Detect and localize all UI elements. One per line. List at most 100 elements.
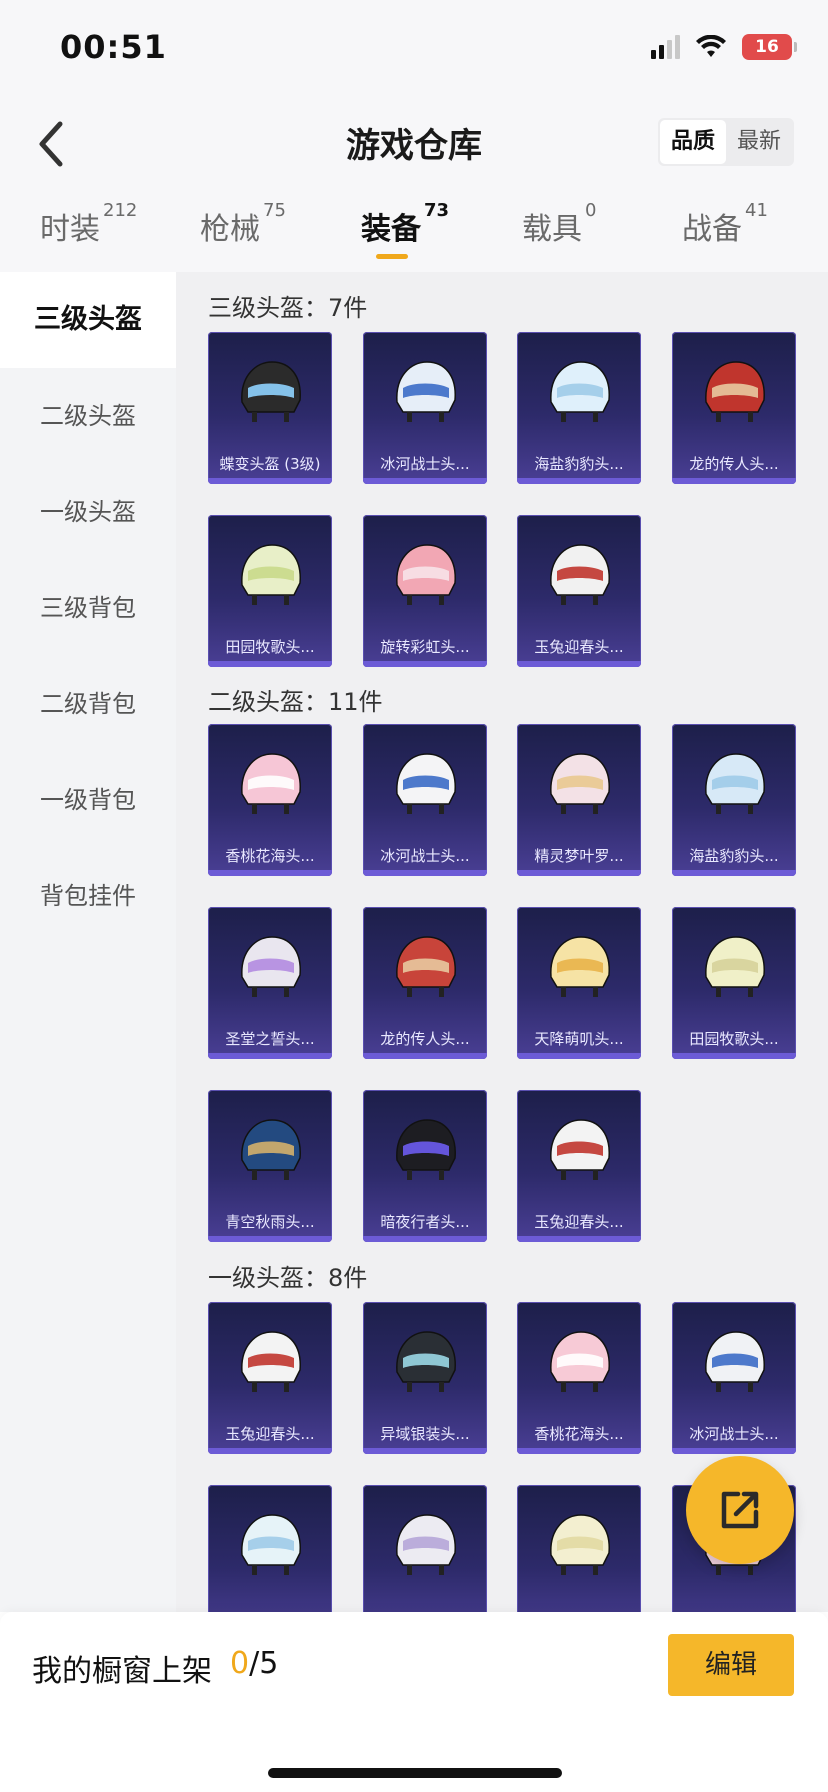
wifi-icon [696, 35, 726, 57]
helmet-card[interactable]: 旋转彩虹头... [363, 515, 487, 667]
helmet-icon [550, 753, 610, 814]
helmet-card[interactable] [363, 1485, 487, 1612]
helmet-icon [396, 936, 456, 997]
section-title: 一级头盔：8件 [208, 1264, 368, 1292]
helmet-icon [550, 1119, 610, 1180]
showcase-bar: 我的橱窗上架 0/5 编辑 [0, 1612, 828, 1792]
helmet-card-label: 玉兔迎春头... [534, 638, 624, 656]
helmet-icon [241, 1119, 301, 1180]
active-tab-indicator [376, 254, 408, 259]
helmet-card[interactable]: 暗夜行者头... [363, 1090, 487, 1242]
sidebar-item-level1-helmet[interactable]: 一级头盔 [0, 464, 176, 560]
helmet-card[interactable]: 玉兔迎春头... [208, 1302, 332, 1454]
helmet-icon [241, 936, 301, 997]
helmet-card-label: 玉兔迎春头... [534, 1213, 624, 1231]
helmet-card[interactable]: 龙的传人头... [672, 332, 796, 484]
tab-vehicles[interactable]: 载具0 [522, 200, 596, 248]
helmet-card[interactable]: 香桃花海头... [208, 724, 332, 876]
edit-button[interactable]: 编辑 [668, 1634, 794, 1696]
sidebar-item-level2-backpack[interactable]: 二级背包 [0, 656, 176, 752]
helmet-icon [241, 361, 301, 422]
sidebar: 三级头盔 二级头盔 一级头盔 三级背包 二级背包 一级背包 背包挂件 [0, 272, 176, 1612]
helmet-icon [241, 544, 301, 605]
sidebar-item-level3-helmet[interactable]: 三级头盔 [0, 272, 176, 368]
sort-newest[interactable]: 最新 [726, 120, 792, 164]
helmet-card-label: 冰河战士头... [689, 1425, 779, 1443]
helmet-icon [550, 544, 610, 605]
helmet-card-label: 海盐豹豹头... [689, 847, 779, 865]
sort-toggle: 品质 最新 [658, 118, 794, 166]
helmet-icon [550, 1514, 610, 1575]
signal-icon [651, 35, 680, 59]
helmet-card[interactable]: 冰河战士头... [363, 724, 487, 876]
helmet-icon [241, 753, 301, 814]
helmet-icon [396, 1119, 456, 1180]
tab-equipment[interactable]: 装备73 [361, 200, 449, 248]
helmet-card[interactable]: 冰河战士头... [672, 1302, 796, 1454]
helmet-card[interactable]: 海盐豹豹头... [672, 724, 796, 876]
helmet-card-label: 冰河战士头... [380, 455, 470, 473]
helmet-icon [241, 1514, 301, 1575]
tab-supplies[interactable]: 战备41 [682, 200, 768, 248]
helmet-card-label: 暗夜行者头... [380, 1213, 470, 1231]
helmet-icon [550, 936, 610, 997]
clock: 00:51 [60, 28, 167, 66]
helmet-card-label: 海盐豹豹头... [534, 455, 624, 473]
status-icons: 16 [651, 34, 797, 60]
helmet-card[interactable]: 田园牧歌头... [208, 515, 332, 667]
item-grid: 三级头盔：7件 二级头盔：11件 一级头盔：8件 蝶变头盔 (3级) 冰河战士头.… [176, 272, 828, 1612]
helmet-card[interactable]: 冰河战士头... [363, 332, 487, 484]
helmet-icon [550, 1331, 610, 1392]
tab-guns[interactable]: 枪械75 [200, 200, 286, 248]
showcase-label: 我的橱窗上架 [32, 1654, 212, 1689]
helmet-card-label: 冰河战士头... [380, 847, 470, 865]
sidebar-item-level2-helmet[interactable]: 二级头盔 [0, 368, 176, 464]
helmet-icon [705, 936, 765, 997]
helmet-icon [396, 544, 456, 605]
sidebar-item-level3-backpack[interactable]: 三级背包 [0, 560, 176, 656]
helmet-card-label: 旋转彩虹头... [380, 638, 470, 656]
share-button[interactable] [686, 1456, 794, 1564]
helmet-card[interactable]: 田园牧歌头... [672, 907, 796, 1059]
helmet-card[interactable] [517, 1485, 641, 1612]
helmet-card-label: 玉兔迎春头... [225, 1425, 315, 1443]
share-icon [721, 1491, 759, 1529]
helmet-icon [550, 361, 610, 422]
helmet-card[interactable]: 圣堂之誓头... [208, 907, 332, 1059]
nav-bar: 游戏仓库 品质 最新 [0, 100, 828, 190]
sidebar-item-level1-backpack[interactable]: 一级背包 [0, 752, 176, 848]
helmet-card-label: 龙的传人头... [689, 455, 779, 473]
helmet-icon [705, 361, 765, 422]
helmet-icon [396, 1514, 456, 1575]
helmet-card[interactable]: 青空秋雨头... [208, 1090, 332, 1242]
helmet-card[interactable]: 香桃花海头... [517, 1302, 641, 1454]
showcase-count: 0/5 [230, 1646, 279, 1681]
helmet-card-label: 精灵梦叶罗... [534, 847, 624, 865]
helmet-card[interactable]: 玉兔迎春头... [517, 515, 641, 667]
helmet-card[interactable]: 龙的传人头... [363, 907, 487, 1059]
helmet-card[interactable] [208, 1485, 332, 1612]
helmet-card-label: 龙的传人头... [380, 1030, 470, 1048]
sidebar-item-backpack-charm[interactable]: 背包挂件 [0, 848, 176, 944]
status-bar: 00:51 16 [0, 0, 828, 100]
helmet-card[interactable]: 精灵梦叶罗... [517, 724, 641, 876]
home-indicator [268, 1768, 562, 1778]
helmet-icon [396, 1331, 456, 1392]
helmet-card[interactable]: 海盐豹豹头... [517, 332, 641, 484]
helmet-card[interactable]: 天降萌叽头... [517, 907, 641, 1059]
helmet-card[interactable]: 异域银装头... [363, 1302, 487, 1454]
helmet-icon [396, 753, 456, 814]
sort-quality[interactable]: 品质 [660, 120, 726, 164]
helmet-card-label: 青空秋雨头... [225, 1213, 315, 1231]
helmet-card[interactable]: 玉兔迎春头... [517, 1090, 641, 1242]
tab-fashion[interactable]: 时装212 [40, 200, 137, 248]
helmet-card-label: 田园牧歌头... [689, 1030, 779, 1048]
helmet-icon [241, 1331, 301, 1392]
helmet-card-label: 田园牧歌头... [225, 638, 315, 656]
helmet-icon [705, 753, 765, 814]
helmet-card[interactable]: 蝶变头盔 (3级) [208, 332, 332, 484]
helmet-card-label: 香桃花海头... [534, 1425, 624, 1443]
battery-icon: 16 [742, 34, 797, 60]
helmet-card-label: 蝶变头盔 (3级) [219, 455, 321, 473]
helmet-icon [396, 361, 456, 422]
